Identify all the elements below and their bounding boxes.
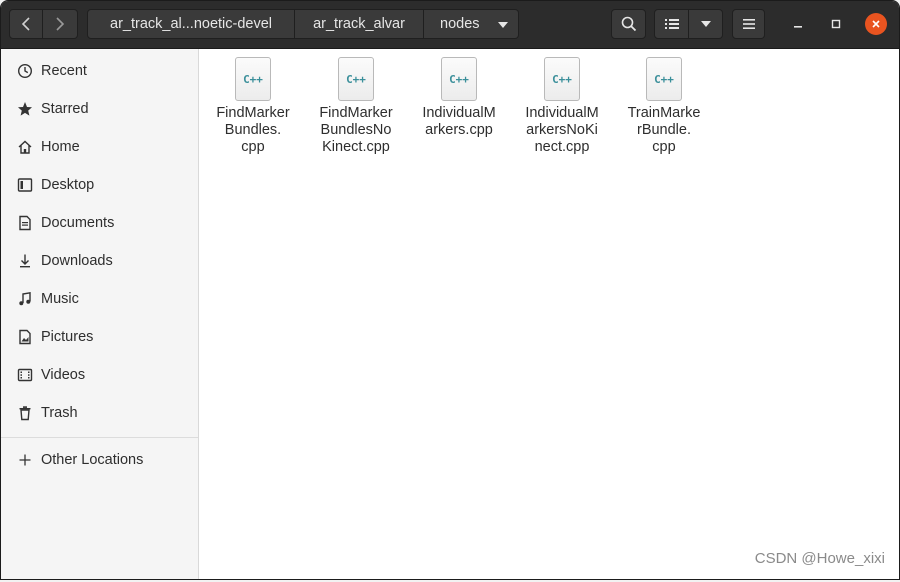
caret-down-icon: [498, 22, 508, 28]
maximize-icon: [831, 19, 841, 29]
minimize-button[interactable]: [787, 13, 809, 35]
sidebar-item-label: Downloads: [41, 253, 113, 269]
breadcrumb-item-nodes[interactable]: nodes: [424, 9, 519, 39]
maximize-button[interactable]: [825, 13, 847, 35]
breadcrumb-item-ar-track-alvar[interactable]: ar_track_alvar: [295, 9, 424, 39]
file-name: FindMarker BundlesNo Kinect.cpp: [319, 105, 393, 155]
file-item[interactable]: C++ IndividualM arkersNoKi nect.cpp: [514, 57, 610, 156]
file-name: IndividualM arkers.cpp: [422, 105, 496, 138]
menu-button[interactable]: [732, 9, 765, 39]
file-name: IndividualM arkersNoKi nect.cpp: [525, 105, 599, 155]
cpp-file-icon: C++: [646, 57, 682, 101]
file-manager-window: ar_track_al...noetic-devel ar_track_alva…: [0, 0, 900, 580]
picture-icon: [16, 328, 34, 346]
file-name: TrainMarke rBundle. cpp: [627, 105, 701, 155]
sidebar-item-label: Desktop: [41, 177, 95, 193]
close-button[interactable]: [865, 13, 887, 35]
file-item[interactable]: C++ FindMarker BundlesNo Kinect.cpp: [308, 57, 404, 156]
file-item[interactable]: C++ TrainMarke rBundle. cpp: [616, 57, 712, 156]
sidebar-item-home[interactable]: Home: [1, 130, 198, 164]
caret-down-icon: [700, 21, 711, 27]
sidebar-item-trash[interactable]: Trash: [1, 396, 198, 430]
cpp-file-icon: C++: [544, 57, 580, 101]
sidebar-item-downloads[interactable]: Downloads: [1, 244, 198, 278]
video-icon: [16, 366, 34, 384]
sidebar-item-other-locations[interactable]: Other Locations: [1, 443, 198, 477]
breadcrumb-label: ar_track_alvar: [313, 16, 405, 32]
search-button[interactable]: [611, 9, 646, 39]
clock-icon: [16, 62, 34, 80]
watermark: CSDN @Howe_xixi: [754, 550, 885, 567]
cpp-file-icon: C++: [441, 57, 477, 101]
chevron-right-icon: [56, 17, 65, 31]
plus-icon: [16, 451, 34, 469]
list-view-icon: [664, 19, 679, 29]
cpp-file-icon: C++: [338, 57, 374, 101]
sidebar-item-label: Trash: [41, 405, 78, 421]
star-icon: [16, 100, 34, 118]
trash-icon: [16, 404, 34, 422]
minimize-icon: [794, 26, 802, 28]
file-item[interactable]: C++ FindMarker Bundles. cpp: [205, 57, 301, 156]
header-bar: ar_track_al...noetic-devel ar_track_alva…: [1, 1, 899, 49]
sidebar-item-documents[interactable]: Documents: [1, 206, 198, 240]
sidebar-item-recent[interactable]: Recent: [1, 54, 198, 88]
sidebar-item-label: Home: [41, 139, 80, 155]
cpp-file-icon: C++: [235, 57, 271, 101]
chevron-left-icon: [21, 17, 30, 31]
breadcrumb-label: ar_track_al...noetic-devel: [110, 16, 272, 32]
sidebar-separator: [1, 437, 198, 438]
sidebar-item-label: Starred: [41, 101, 89, 117]
breadcrumb-label: nodes: [440, 16, 480, 32]
download-icon: [16, 252, 34, 270]
sidebar-item-label: Recent: [41, 63, 87, 79]
places-sidebar: Recent Starred Home Desktop Documents Do…: [1, 49, 199, 579]
close-icon: [872, 20, 880, 28]
music-icon: [16, 290, 34, 308]
sidebar-item-music[interactable]: Music: [1, 282, 198, 316]
forward-button[interactable]: [43, 9, 78, 39]
sidebar-item-pictures[interactable]: Pictures: [1, 320, 198, 354]
sidebar-item-label: Other Locations: [41, 452, 144, 468]
desktop-icon: [16, 176, 34, 194]
file-view: C++ FindMarker Bundles. cpp C++ FindMark…: [199, 49, 899, 579]
back-button[interactable]: [9, 9, 43, 39]
breadcrumb-item-root[interactable]: ar_track_al...noetic-devel: [87, 9, 295, 39]
view-options-dropdown[interactable]: [689, 9, 723, 39]
hamburger-menu-icon: [742, 19, 755, 29]
sidebar-item-videos[interactable]: Videos: [1, 358, 198, 392]
search-icon: [621, 16, 636, 32]
file-name: FindMarker Bundles. cpp: [216, 105, 290, 155]
sidebar-item-label: Videos: [41, 367, 86, 383]
sidebar-item-desktop[interactable]: Desktop: [1, 168, 198, 202]
sidebar-item-label: Music: [41, 291, 79, 307]
file-item[interactable]: C++ IndividualM arkers.cpp: [411, 57, 507, 139]
sidebar-item-label: Pictures: [41, 329, 94, 345]
sidebar-item-label: Documents: [41, 215, 115, 231]
document-icon: [16, 214, 34, 232]
home-icon: [16, 138, 34, 156]
sidebar-item-starred[interactable]: Starred: [1, 92, 198, 126]
list-view-button[interactable]: [654, 9, 689, 39]
